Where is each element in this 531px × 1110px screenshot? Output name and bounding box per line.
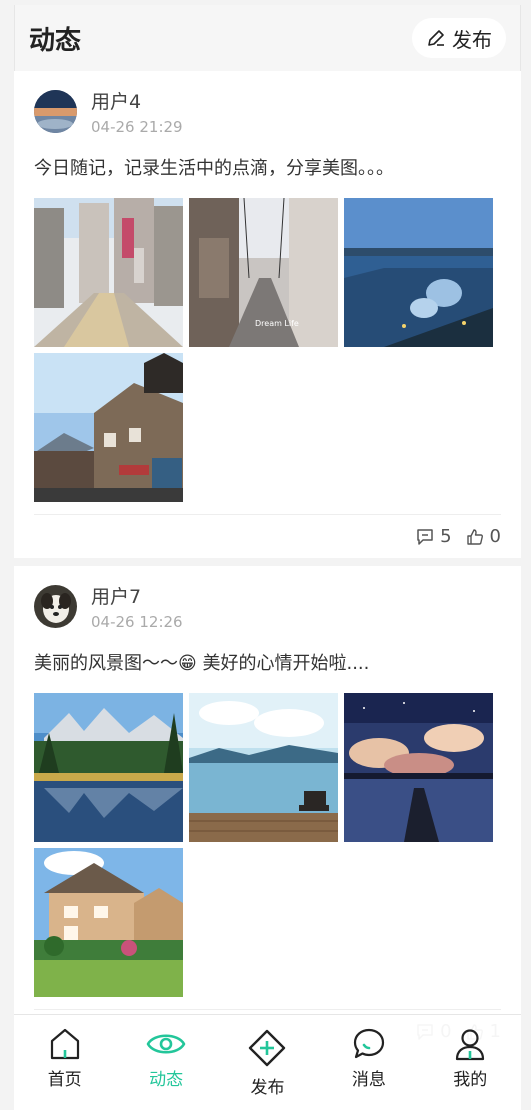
tab-publish[interactable]: 发布 [222,1027,312,1098]
publish-button[interactable]: 发布 [412,18,506,58]
photo-dock-sea[interactable] [189,693,338,842]
tab-moments[interactable]: 动态 [121,1027,211,1090]
photo-grid [34,693,501,997]
chat-bubble-icon [353,1028,384,1059]
photo-village-houses[interactable] [34,353,183,502]
tab-profile[interactable]: 我的 [425,1027,515,1090]
like-stat[interactable]: 0 [466,526,501,547]
thumbs-up-icon [466,528,483,545]
photo-villa-garden[interactable] [34,848,183,997]
page-title: 动态 [29,25,82,56]
bottom-tab-bar: 首页 动态 发布 消息 我的 [14,1014,521,1110]
publish-label: 发布 [452,27,492,52]
tab-messages-label: 消息 [351,1070,386,1090]
pencil-icon [428,30,444,46]
post-timestamp: 04-26 21:29 [91,118,183,136]
photo-night-pier[interactable] [344,693,493,842]
person-icon [456,1029,485,1061]
home-icon [50,1028,79,1060]
tab-messages[interactable]: 消息 [324,1027,414,1090]
tab-home[interactable]: 首页 [20,1027,110,1090]
app-header: 动态 发布 [14,5,521,71]
tab-moments-label: 动态 [149,1070,184,1090]
post-actions: 5 0 [34,514,501,558]
svg-text:Dream Life: Dream Life [255,319,299,328]
post-author: 用户4 04-26 21:29 [34,87,501,136]
post-text: 今日随记，记录生活中的点滴，分享美图。。。 [34,158,394,179]
post-card[interactable]: 用户4 04-26 21:29 今日随记，记录生活中的点滴，分享美图。。。 Dr… [14,71,521,558]
post-card[interactable]: 用户7 04-26 12:26 美丽的风景图～～😁 美好的心情开始啦.... [14,566,521,1053]
plus-diamond-icon [249,1029,286,1067]
photo-street-shops[interactable] [34,198,183,347]
post-text: 美丽的风景图～～😁 美好的心情开始啦.... [34,653,370,674]
tab-profile-label: 我的 [453,1070,488,1090]
username[interactable]: 用户7 [91,582,183,609]
avatar[interactable] [34,585,77,628]
feed-list[interactable]: 用户4 04-26 21:29 今日随记，记录生活中的点滴，分享美图。。。 Dr… [14,71,521,1110]
photo-grid: Dream Life [34,198,501,502]
tab-home-label: 首页 [47,1070,82,1090]
username[interactable]: 用户4 [91,87,183,114]
comment-stat[interactable]: 5 [416,526,452,547]
post-author: 用户7 04-26 12:26 [34,582,501,631]
post-timestamp: 04-26 12:26 [91,613,183,631]
like-count: 0 [489,526,501,547]
tab-publish-label: 发布 [250,1078,285,1098]
photo-mountain-lake[interactable] [34,693,183,842]
photo-bay-night[interactable] [344,198,493,347]
avatar[interactable] [34,90,77,133]
comment-count: 5 [440,526,452,547]
photo-narrow-alley[interactable]: Dream Life [189,198,338,347]
eye-icon [146,1034,186,1054]
comment-icon [417,528,433,545]
